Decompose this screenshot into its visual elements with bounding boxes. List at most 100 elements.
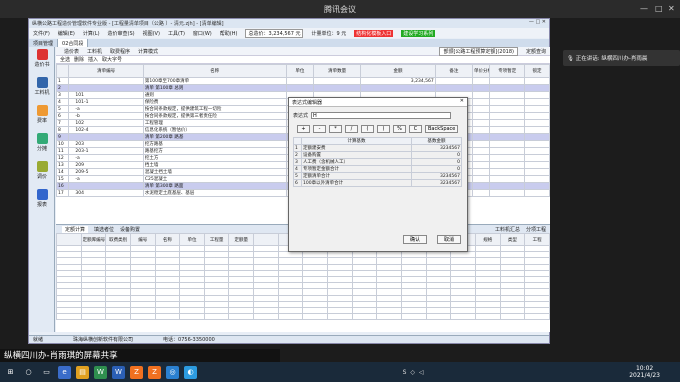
quota-cell[interactable] [154,313,181,321]
base-cell-n[interactable]: 5 [293,172,302,180]
cell-n[interactable]: 10 [55,140,70,148]
base-row[interactable]: 3 人工费（含机械人工） 0 [293,158,462,166]
ime-icon[interactable]: S [403,369,407,376]
base-cell-amt[interactable]: 3234567 [411,144,462,152]
cell-empty[interactable] [489,168,526,176]
quota-cell[interactable] [203,313,230,321]
quota-cell[interactable] [105,313,131,321]
cell-n[interactable]: 2 [55,84,70,92]
cell-n[interactable]: 5 [55,105,70,113]
cell-empty[interactable] [524,84,550,92]
cell-n[interactable]: 8 [55,126,70,134]
cell-empty[interactable] [471,133,491,141]
sub-project-button[interactable]: 分项工程 [526,226,546,233]
nav-materials[interactable]: 工料机 [29,75,55,103]
table-row[interactable]: 1 第100章至700章清单 3,234,567 [55,77,550,85]
tab-fee[interactable]: 取费程序 [110,48,130,55]
cell-empty[interactable] [489,140,526,148]
cell-empty[interactable] [471,154,491,162]
cell-empty[interactable] [471,91,491,99]
cell-empty[interactable] [471,84,491,92]
quota-cell[interactable] [253,313,279,321]
quota-cell[interactable] [302,313,329,321]
cell-empty[interactable] [471,140,491,148]
folder-icon[interactable]: ▤ [76,365,89,379]
cell-name[interactable]: 混凝土挡土墙 [142,168,287,176]
cell-empty[interactable] [489,161,526,169]
tab-quota-calc[interactable]: 定额计算 [62,225,89,233]
cell-empty[interactable] [524,161,550,169]
base-row[interactable]: 5 定额清单合计 3234567 [293,172,462,180]
cell-name[interactable]: 挖方路基 [142,140,287,148]
zongheng-icon[interactable]: Z [130,365,143,379]
cell-code[interactable]: 209-5 [68,168,144,176]
menu-edit[interactable]: 编辑(E) [58,30,75,37]
cell-n[interactable]: 7 [55,119,70,127]
cell-empty[interactable] [489,98,526,106]
cell-n[interactable]: 6 [55,112,70,120]
quota-cell[interactable] [277,313,304,321]
cell-empty[interactable] [524,175,550,183]
cell-code[interactable] [68,182,144,190]
base-cell-n[interactable]: 3 [293,158,302,166]
base-cell-amt[interactable]: 0 [411,151,462,159]
cell-empty[interactable] [489,84,526,92]
cell-name[interactable]: 第100章至700章清单 [142,77,287,85]
word-icon[interactable]: W [112,365,125,379]
quota-cell[interactable] [450,313,476,321]
cell-empty[interactable] [524,154,550,162]
quota-cell[interactable] [524,313,550,321]
quota-cell[interactable] [474,313,501,321]
base-cell-amt[interactable]: 3234567 [411,179,462,187]
cell-n[interactable]: 14 [55,168,70,176]
cell-empty[interactable] [524,77,550,85]
cancel-button[interactable]: 取消 [437,235,461,244]
base-cell-n[interactable]: 4 [293,165,302,173]
minus-button[interactable]: - [313,125,326,133]
cell-code[interactable] [68,77,144,85]
cell-empty[interactable] [524,105,550,113]
plus-button[interactable]: + [297,125,310,133]
cell-empty[interactable] [524,119,550,127]
divide-button[interactable]: / [345,125,358,133]
cell-code[interactable]: 203 [68,140,144,148]
cell-empty[interactable] [471,182,491,190]
nav-adjust[interactable]: 调价 [29,159,55,187]
cell-code[interactable]: 203-1 [68,147,144,155]
quota-cell[interactable] [56,313,82,321]
volume-icon[interactable]: ◁ [419,369,424,376]
meeting-icon[interactable]: ◎ [166,365,179,379]
cell-code[interactable]: 102 [68,119,144,127]
cell-empty[interactable] [524,91,550,99]
cell-code[interactable]: -a [68,105,144,113]
cell-name[interactable]: 清单 第300章 路面 [142,182,287,190]
dialog-close-icon[interactable]: ✕ [460,98,464,104]
quota-cell[interactable] [179,313,205,321]
base-row[interactable]: 4 专项暂定金额合计 0 [293,165,462,173]
tab-contract[interactable]: 02合同段 [58,39,89,47]
quota-cell[interactable] [327,313,353,321]
cell-code[interactable]: 304 [68,189,144,197]
cell-name[interactable]: 按合同条款规定，提供建筑工程一切险 [142,105,287,113]
quota-cell[interactable] [400,313,427,321]
close-icon[interactable]: ✕ [668,4,675,13]
cell-empty[interactable] [524,126,550,134]
cell-n[interactable]: 4 [55,98,70,106]
browser-icon[interactable]: ◐ [184,365,197,379]
base-cell-name[interactable]: 定额建安费 [301,144,412,152]
cell-empty[interactable] [434,77,473,85]
app-close-icon[interactable]: — □ ✕ [529,19,546,25]
cell-code[interactable]: -b [68,112,144,120]
tab-equipment[interactable]: 设备购置 [120,226,140,233]
backspace-button[interactable]: BackSpace [425,125,459,133]
percent-button[interactable]: % [393,125,406,133]
nav-cost-book[interactable]: 造价书 [29,47,55,75]
cell-n[interactable]: 11 [55,147,70,155]
nav-allocate[interactable]: 分摊 [29,131,55,159]
cell-name[interactable]: 工程管理 [142,119,287,127]
cell-empty[interactable] [471,161,491,169]
cell-code[interactable]: 102-4 [68,126,144,134]
quota-cell[interactable] [351,313,378,321]
cell-empty[interactable] [524,98,550,106]
quota-select[interactable]: 部颁[公路工程预算定额](2018) [439,46,518,56]
